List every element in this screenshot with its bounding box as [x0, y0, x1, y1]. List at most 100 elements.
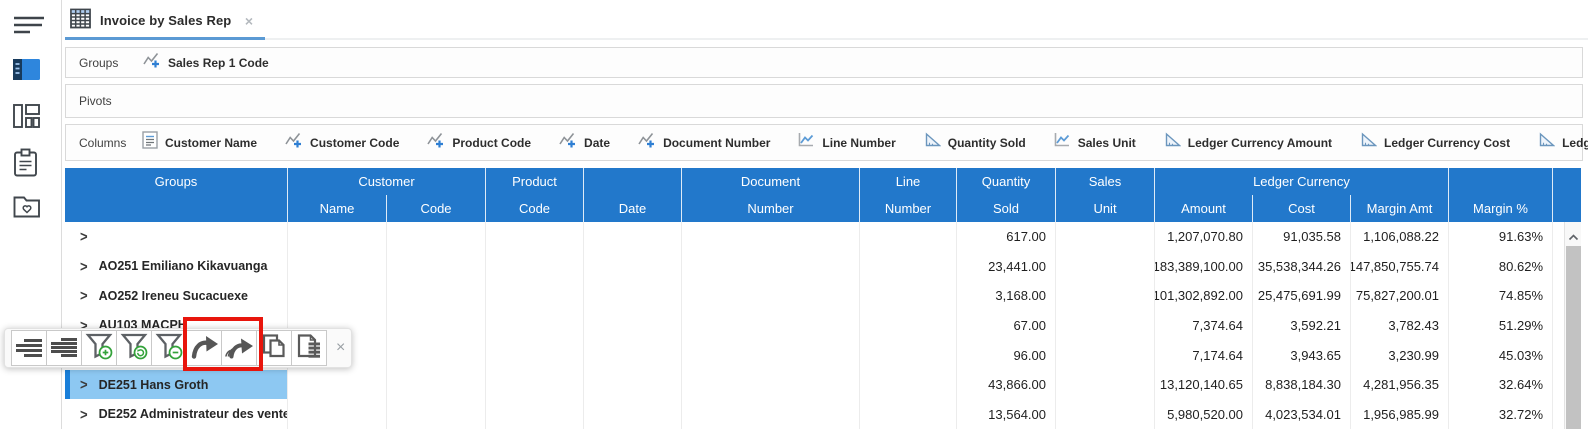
group-cell[interactable]: > AO252 Ireneu Sucacuexe — [65, 281, 288, 311]
header-amount[interactable]: Amount — [1155, 195, 1253, 222]
group-label: AO252 Ireneu Sucacuexe — [99, 289, 248, 303]
vertical-scrollbar[interactable] — [1564, 222, 1581, 429]
tab-invoice-by-sales-rep[interactable]: Invoice by Sales Rep × — [65, 0, 265, 41]
chip-document-number[interactable]: Document Number — [637, 131, 770, 154]
expand-chevron-icon[interactable]: > — [80, 258, 88, 275]
empty-cell — [860, 370, 957, 400]
grid-view-icon[interactable] — [12, 58, 44, 86]
empty-cell — [1056, 399, 1155, 429]
expand-chevron-icon[interactable]: > — [80, 406, 88, 423]
expand-chevron-icon[interactable]: > — [80, 287, 88, 304]
chip-line-number[interactable]: Line Number — [797, 132, 895, 153]
chart-plus-icon — [142, 51, 161, 74]
header-line-group[interactable]: Line — [860, 168, 957, 195]
chip-sales-unit[interactable]: Sales Unit — [1053, 132, 1136, 153]
expand-chevron-icon[interactable]: > — [80, 376, 88, 393]
header-customer-name[interactable]: Name — [288, 195, 387, 222]
header-sales-unit[interactable]: Unit — [1056, 195, 1155, 222]
header-customer-code[interactable]: Code — [387, 195, 486, 222]
header-ledger-currency-group[interactable]: Ledger Currency — [1155, 168, 1449, 195]
expand-level-button[interactable] — [46, 330, 82, 366]
empty-cell — [387, 222, 486, 252]
group-cell[interactable]: >DE252 Administrateur des ventes — [65, 399, 288, 429]
header-margin-amt[interactable]: Margin Amt — [1351, 195, 1449, 222]
copy-icon — [261, 333, 288, 364]
header-sales-group[interactable]: Sales — [1056, 168, 1155, 195]
toolbar-close-icon[interactable]: × — [336, 339, 345, 357]
collapse-level-button[interactable] — [11, 330, 47, 366]
favorites-folder-icon[interactable] — [12, 194, 44, 222]
empty-cell — [387, 370, 486, 400]
empty-cell — [486, 340, 584, 370]
empty-cell — [584, 399, 682, 429]
table-row[interactable]: >DE252 Administrateur des ventes 13,564.… — [65, 399, 1581, 429]
amount-cell: 183,389,100.00 — [1155, 252, 1253, 282]
copy-with-values-button[interactable] — [291, 330, 327, 366]
empty-cell — [486, 252, 584, 282]
chip-ledger-currency-cost[interactable]: Ledger Currency Cost — [1359, 132, 1510, 153]
chip-label: Product Code — [452, 136, 531, 150]
table-row[interactable]: >AO251 Emiliano Kikavuanga 23,441.00 183… — [65, 252, 1581, 282]
empty-cell — [682, 281, 860, 311]
scrollbar-thumb[interactable] — [1566, 246, 1581, 429]
empty-cell — [584, 281, 682, 311]
group-cell[interactable]: > — [65, 222, 288, 252]
header-quantity-group[interactable]: Quantity — [957, 168, 1056, 195]
group-cell[interactable]: >DE251 Hans Groth — [65, 370, 288, 400]
add-filter-button[interactable] — [81, 330, 117, 366]
menu-icon[interactable] — [12, 13, 44, 41]
tab-close-icon[interactable]: × — [245, 13, 253, 29]
chip-customer-name[interactable]: Customer Name — [142, 131, 257, 154]
margin-amt-cell: 147,850,755.74 — [1351, 252, 1449, 282]
chip-ledger-currency-amount[interactable]: Ledger Currency Amount — [1163, 132, 1332, 153]
chip-ledger-currency-margin-amt[interactable]: Ledger Currency Margin Amt — [1537, 132, 1588, 153]
amount-cell: 101,302,892.00 — [1155, 281, 1253, 311]
chip-date[interactable]: Date — [558, 131, 610, 154]
scroll-up-icon[interactable] — [1568, 228, 1579, 246]
empty-cell — [682, 222, 860, 252]
header-customer-group[interactable]: Customer — [288, 168, 486, 195]
header-cost[interactable]: Cost — [1253, 195, 1351, 222]
empty-cell — [486, 281, 584, 311]
chip-customer-code[interactable]: Customer Code — [284, 131, 399, 154]
margin-pct-cell: 74.85% — [1449, 281, 1553, 311]
chip-quantity-sold[interactable]: Quantity Sold — [923, 132, 1026, 153]
amount-cell: 13,120,140.65 — [1155, 370, 1253, 400]
tab-title: Invoice by Sales Rep — [100, 13, 231, 28]
chip-label: Date — [584, 136, 610, 150]
clipboard-icon[interactable] — [12, 148, 44, 176]
header-margin-pct-group — [1449, 168, 1553, 195]
table-row[interactable]: >AO252 Ireneu Sucacuexe 3,168.00 101,302… — [65, 281, 1581, 311]
header-date[interactable]: Date — [584, 195, 682, 222]
group-cell[interactable]: >AO251 Emiliano Kikavuanga — [65, 252, 288, 282]
measure-triangle-icon — [1537, 132, 1555, 153]
header-groups[interactable]: Groups — [65, 168, 288, 195]
app-window: Invoice by Sales Rep × Groups Sales Rep … — [0, 0, 1588, 429]
header-product-group[interactable]: Product — [486, 168, 584, 195]
refresh-filter-button[interactable] — [116, 330, 152, 366]
header-document-number[interactable]: Number — [682, 195, 860, 222]
tab-bar: Invoice by Sales Rep × — [63, 0, 1588, 41]
pivots-panel-label: Pivots — [66, 94, 128, 108]
groups-panel: Groups Sales Rep 1 Code — [65, 47, 1583, 78]
chip-label: Document Number — [663, 136, 770, 150]
remove-filter-button[interactable] — [151, 330, 187, 366]
header-margin-pct[interactable]: Margin % — [1449, 195, 1553, 222]
table-row-selected[interactable]: >DE251 Hans Groth 43,866.00 13,120,140.6… — [65, 370, 1581, 400]
empty-cell — [387, 340, 486, 370]
header-product-code[interactable]: Code — [486, 195, 584, 222]
header-groups-sub — [65, 195, 288, 222]
columns-panel-label: Columns — [66, 136, 128, 150]
chip-sales-rep-1-code[interactable]: Sales Rep 1 Code — [142, 51, 269, 74]
cost-cell: 3,592.21 — [1253, 311, 1351, 341]
measure-triangle-icon — [923, 132, 941, 153]
table-row[interactable]: > 617.00 1,207,070.80 91,035.58 1,106,08… — [65, 222, 1581, 252]
header-line-number[interactable]: Number — [860, 195, 957, 222]
header-quantity-sold[interactable]: Sold — [957, 195, 1056, 222]
chip-product-code[interactable]: Product Code — [426, 131, 531, 154]
chart-plus-icon — [637, 131, 656, 154]
expand-chevron-icon[interactable]: > — [80, 228, 88, 245]
chart-plus-icon — [558, 131, 577, 154]
dashboard-icon[interactable] — [12, 103, 44, 131]
header-document-group[interactable]: Document — [682, 168, 860, 195]
